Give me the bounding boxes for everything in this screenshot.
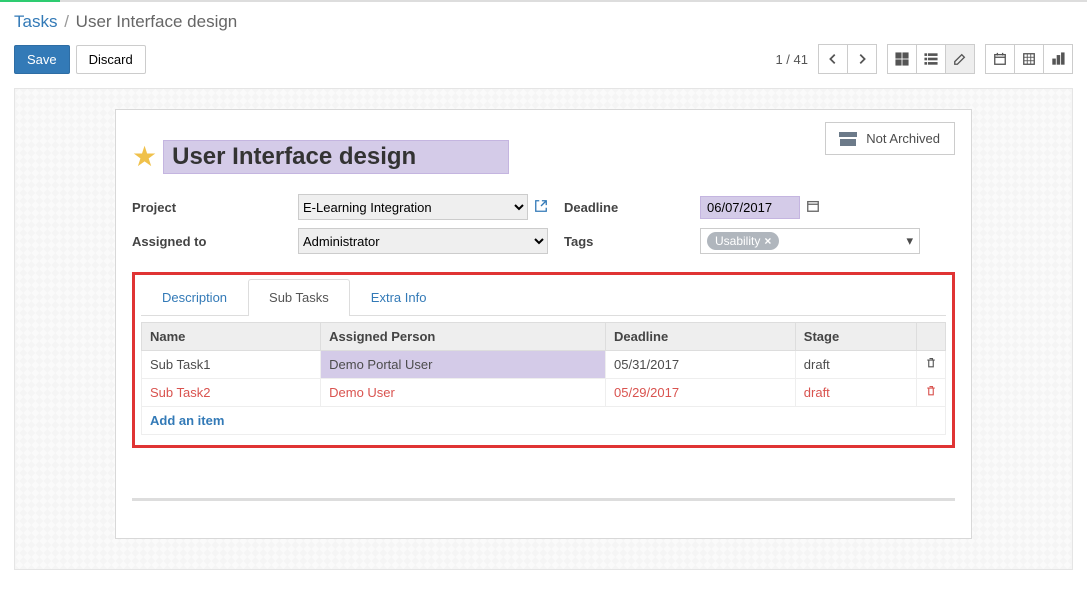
view-kanban-button[interactable] [887, 44, 917, 74]
trash-icon[interactable] [925, 385, 937, 400]
deadline-label: Deadline [564, 200, 684, 215]
breadcrumb-sep: / [64, 12, 69, 31]
cell-name[interactable]: Sub Task2 [142, 379, 321, 407]
col-stage[interactable]: Stage [795, 323, 916, 351]
view-form-button[interactable] [945, 44, 975, 74]
cell-stage[interactable]: draft [795, 351, 916, 379]
table-row[interactable]: Sub Task2 Demo User 05/29/2017 draft [142, 379, 946, 407]
tags-label: Tags [564, 234, 684, 249]
star-icon[interactable]: ★ [132, 143, 157, 171]
project-select[interactable]: E-Learning Integration [298, 194, 528, 220]
kanban-icon [895, 52, 909, 66]
tab-description[interactable]: Description [141, 279, 248, 315]
breadcrumb-current: User Interface design [76, 12, 238, 31]
assigned-to-label: Assigned to [132, 234, 282, 249]
cell-name[interactable]: Sub Task1 [142, 351, 321, 379]
trash-icon[interactable] [925, 357, 937, 372]
task-title-input[interactable] [163, 140, 509, 174]
archive-label: Not Archived [866, 131, 940, 146]
pager-prev-button[interactable] [818, 44, 848, 74]
cell-deadline[interactable]: 05/31/2017 [606, 351, 796, 379]
view-switcher [887, 44, 975, 74]
assigned-to-select[interactable]: Administrator [298, 228, 548, 254]
tab-strip: Description Sub Tasks Extra Info [141, 279, 946, 316]
view-calendar-button[interactable] [985, 44, 1015, 74]
calendar-icon [993, 52, 1007, 66]
tag-chip-usability: Usability × [707, 232, 779, 250]
archive-icon [840, 132, 856, 146]
archive-toggle-button[interactable]: Not Archived [825, 122, 955, 155]
col-assigned-person[interactable]: Assigned Person [321, 323, 606, 351]
table-row[interactable]: Sub Task1 Demo Portal User 05/31/2017 dr… [142, 351, 946, 379]
project-label: Project [132, 200, 282, 215]
col-actions [917, 323, 946, 351]
pager-next-button[interactable] [847, 44, 877, 74]
add-item-row: Add an item [142, 407, 946, 435]
sheet-footer [132, 498, 955, 508]
breadcrumb: Tasks / User Interface design [14, 6, 1073, 38]
cell-deadline[interactable]: 05/29/2017 [606, 379, 796, 407]
tab-extra-info[interactable]: Extra Info [350, 279, 448, 315]
discard-button[interactable]: Discard [76, 45, 146, 74]
view-graph-button[interactable] [1043, 44, 1073, 74]
chevron-left-icon [826, 52, 840, 66]
save-button[interactable]: Save [14, 45, 70, 74]
bar-chart-icon [1051, 52, 1065, 66]
table-icon [1022, 52, 1036, 66]
list-icon [924, 52, 938, 66]
form-sheet: ★ Not Archived Project E-Learning Integr… [115, 109, 972, 539]
calendar-picker-icon[interactable] [806, 199, 820, 216]
breadcrumb-root[interactable]: Tasks [14, 12, 57, 31]
view-pivot-button[interactable] [1014, 44, 1044, 74]
edit-icon [953, 52, 967, 66]
tag-chip-label: Usability [715, 234, 760, 248]
cell-stage[interactable]: draft [795, 379, 916, 407]
view-list-button[interactable] [916, 44, 946, 74]
subtasks-table: Name Assigned Person Deadline Stage Sub … [141, 322, 946, 435]
pager-group [818, 44, 877, 74]
view-switcher-2 [985, 44, 1073, 74]
deadline-input[interactable] [700, 196, 800, 219]
tag-remove-icon[interactable]: × [764, 234, 771, 248]
external-link-icon[interactable] [534, 199, 548, 216]
tab-sub-tasks[interactable]: Sub Tasks [248, 279, 350, 316]
cell-person[interactable]: Demo User [321, 379, 606, 407]
tab-container: Description Sub Tasks Extra Info Name As… [132, 272, 955, 448]
col-deadline[interactable]: Deadline [606, 323, 796, 351]
chevron-right-icon [855, 52, 869, 66]
pager-position: 1 / 41 [775, 52, 808, 67]
add-item-link[interactable]: Add an item [150, 413, 224, 428]
dropdown-caret-icon[interactable]: ▾ [906, 233, 913, 249]
tags-input[interactable]: Usability × ▾ [700, 228, 920, 254]
cell-person[interactable]: Demo Portal User [321, 351, 606, 379]
col-name[interactable]: Name [142, 323, 321, 351]
